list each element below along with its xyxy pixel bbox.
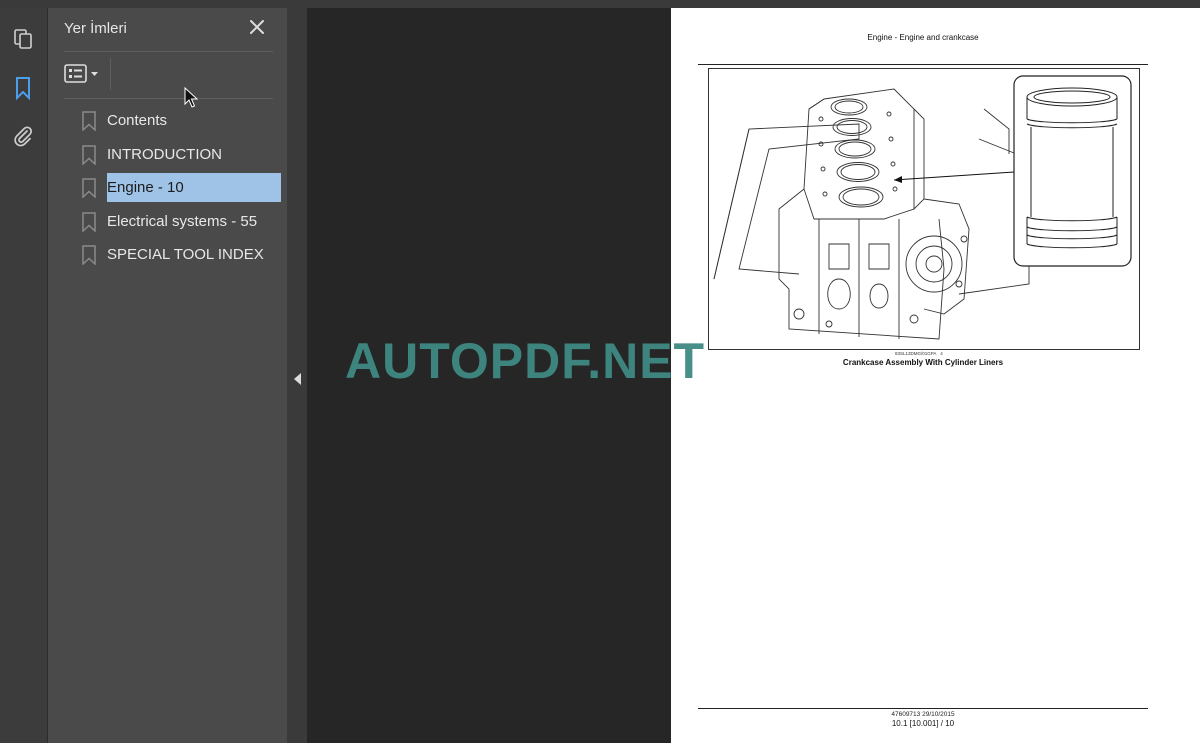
panel-title: Yer İmleri (64, 20, 127, 37)
bookmark-label: Electrical systems - 55 (107, 212, 258, 230)
watermark-text: AUTOPDF.NET (345, 333, 706, 389)
pages-icon (14, 29, 32, 49)
crankcase-illustration (713, 75, 1132, 340)
bookmark-item-contents[interactable]: Contents (78, 104, 283, 138)
mouse-cursor-icon (184, 87, 198, 108)
bookmark-icon (82, 178, 96, 198)
bookmark-label: SPECIAL TOOL INDEX (107, 246, 264, 263)
bookmarks-panel: Yer İmleri Contents INTRODUCTION Engine … (48, 8, 287, 743)
divider (64, 51, 273, 52)
divider (110, 58, 111, 90)
sidebar-rail (0, 8, 48, 743)
bookmark-icon (82, 211, 96, 232)
document-page: Engine - Engine and crankcase 83SL13DMG/… (671, 8, 1200, 743)
pages-button[interactable] (8, 24, 38, 54)
bookmark-item-engine[interactable]: Engine - 10 (78, 171, 283, 205)
engine-figure (708, 68, 1140, 350)
attachments-button[interactable] (8, 121, 38, 151)
bookmark-item-special-tool-index[interactable]: SPECIAL TOOL INDEX (78, 238, 283, 272)
attachment-icon (14, 126, 33, 147)
bookmark-item-introduction[interactable]: INTRODUCTION (78, 138, 283, 172)
list-options-icon (64, 64, 98, 83)
collapse-arrow-icon[interactable] (294, 373, 301, 385)
bookmark-options-button[interactable] (64, 62, 102, 86)
top-bar (0, 0, 1200, 8)
bookmark-icon (16, 77, 30, 101)
footer-rule (698, 708, 1148, 709)
bookmark-label: INTRODUCTION (107, 145, 222, 163)
figure-caption: Crankcase Assembly With Cylinder Liners (842, 358, 1004, 367)
figure-code-text: 83SL13DMG/01GPA (895, 351, 937, 356)
divider (64, 98, 273, 99)
bookmark-label: Contents (107, 112, 168, 129)
close-icon (250, 20, 264, 34)
bookmarks-button[interactable] (8, 73, 38, 103)
header-rule (698, 64, 1148, 65)
footer-page-number: 10.1 [10.001] / 10 (891, 719, 955, 728)
bookmark-label: Engine - 10 (107, 173, 281, 202)
bookmark-icon (82, 144, 96, 165)
bookmark-item-electrical-systems[interactable]: Electrical systems - 55 (78, 205, 283, 239)
close-panel-button[interactable] (246, 16, 268, 38)
panel-splitter[interactable] (287, 8, 307, 743)
footer-doc-id: 47609713 29/10/2015 (891, 711, 955, 718)
figure-code: 83SL13DMG/01GPA 4 (895, 351, 943, 356)
bookmark-icon (82, 245, 96, 265)
figure-number: 4 (940, 351, 943, 356)
bookmark-list: Contents INTRODUCTION Engine - 10 Electr… (78, 104, 283, 272)
page-header: Engine - Engine and crankcase (867, 33, 979, 42)
bookmark-icon (82, 111, 96, 131)
